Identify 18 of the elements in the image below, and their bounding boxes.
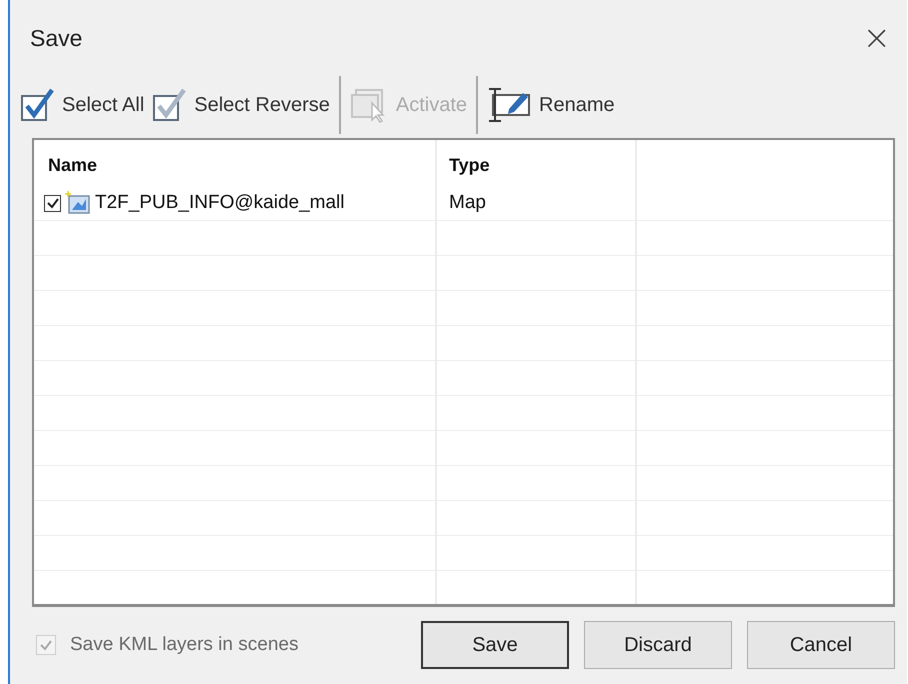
dialog-button[interactable]: Discard [584, 621, 732, 669]
table-cell: Map [437, 186, 637, 220]
toolbar-button[interactable]: Rename [483, 83, 619, 127]
checkbox-tick-icon [152, 87, 188, 123]
column-header: Type [437, 140, 637, 186]
column-header: Name [34, 140, 437, 186]
table-cell: T2F_PUB_INFO@kaide_mall [95, 192, 344, 214]
option-label: Save KML layers in scenes [70, 634, 298, 656]
toolbar-button[interactable]: Select All [16, 83, 148, 127]
dialog-button[interactable]: Cancel [747, 621, 895, 669]
checkbox-tick-icon [20, 87, 56, 123]
check-icon [46, 196, 60, 210]
close-button[interactable]: × [854, 18, 899, 58]
toolbar-button[interactable]: Select Reverse [148, 83, 334, 127]
map-layer-icon [65, 191, 91, 215]
dialog-button[interactable]: Save [421, 621, 569, 669]
window-title: Save [30, 24, 82, 52]
row-checkbox[interactable] [44, 194, 61, 212]
